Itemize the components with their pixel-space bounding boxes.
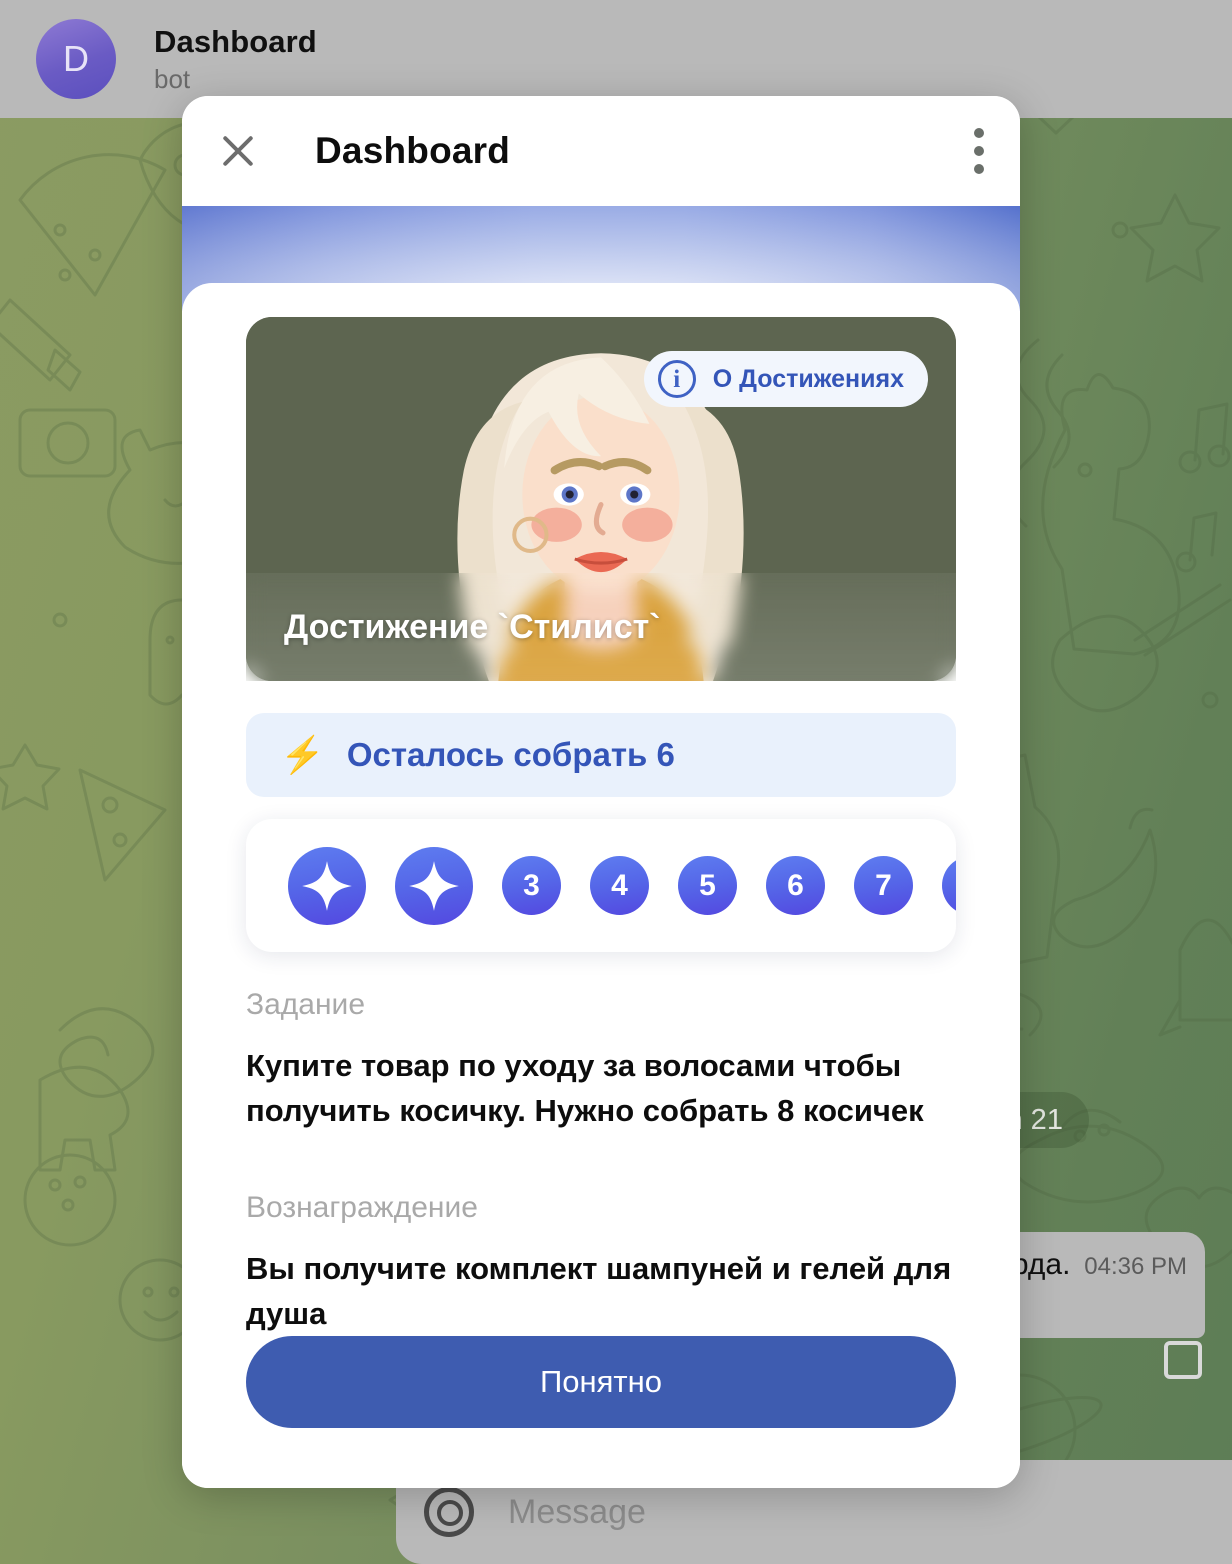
chat-title: Dashboard: [154, 23, 317, 59]
progress-step-2[interactable]: [395, 846, 473, 925]
sparkle-icon: [409, 860, 459, 911]
confirm-button[interactable]: Понятно: [246, 1336, 956, 1428]
progress-steps-row[interactable]: 345678: [246, 819, 956, 952]
progress-step-1[interactable]: [288, 846, 366, 925]
task-text: Купите товар по уходу за волосами чтобы …: [246, 1048, 924, 1128]
sparkle-icon: [302, 860, 352, 911]
avatar[interactable]: D: [36, 19, 116, 99]
remaining-banner: ⚡ Осталось собрать 6: [246, 713, 956, 797]
progress-step-8[interactable]: 8: [942, 856, 956, 915]
progress-step-7[interactable]: 7: [854, 856, 913, 915]
more-vertical-icon[interactable]: [974, 128, 986, 174]
progress-step-5[interactable]: 5: [678, 856, 737, 915]
modal-title: Dashboard: [315, 130, 511, 171]
info-circle-icon: i: [657, 360, 696, 398]
close-icon[interactable]: [216, 129, 260, 173]
achievement-hero-card: Достижение `Стилист` i О Достижениях: [246, 317, 956, 681]
task-label: Задание: [246, 988, 366, 1021]
remaining-label: Осталось собрать 6: [346, 736, 675, 773]
about-achievements-label: О Достижениях: [712, 364, 904, 393]
message-input-placeholder[interactable]: Message: [508, 1493, 646, 1532]
emoji-icon[interactable]: [424, 1487, 474, 1537]
progress-step-3[interactable]: 3: [502, 856, 561, 915]
reward-label: Вознаграждение: [246, 1191, 478, 1225]
progress-step-6[interactable]: 6: [766, 856, 825, 915]
chat-subtitle: bot: [154, 63, 191, 94]
hero-title: Достижение `Стилист`: [284, 608, 661, 646]
chat-square-button[interactable]: [1164, 1341, 1202, 1379]
reward-text: Вы получите комплект шампуней и гелей дл…: [246, 1251, 952, 1331]
content-sheet: Достижение `Стилист` i О Достижениях ⚡ О…: [182, 283, 1020, 1488]
message-timestamp: 04:36 PM: [1084, 1253, 1187, 1280]
modal-header: Dashboard: [182, 96, 1020, 206]
about-achievements-button[interactable]: i О Достижениях: [643, 351, 928, 407]
progress-step-4[interactable]: 4: [590, 856, 649, 915]
webapp-modal: Dashboard Достижение `Стилист` i О Дости…: [182, 96, 1020, 1488]
lightning-bolt-icon: ⚡: [280, 734, 325, 775]
